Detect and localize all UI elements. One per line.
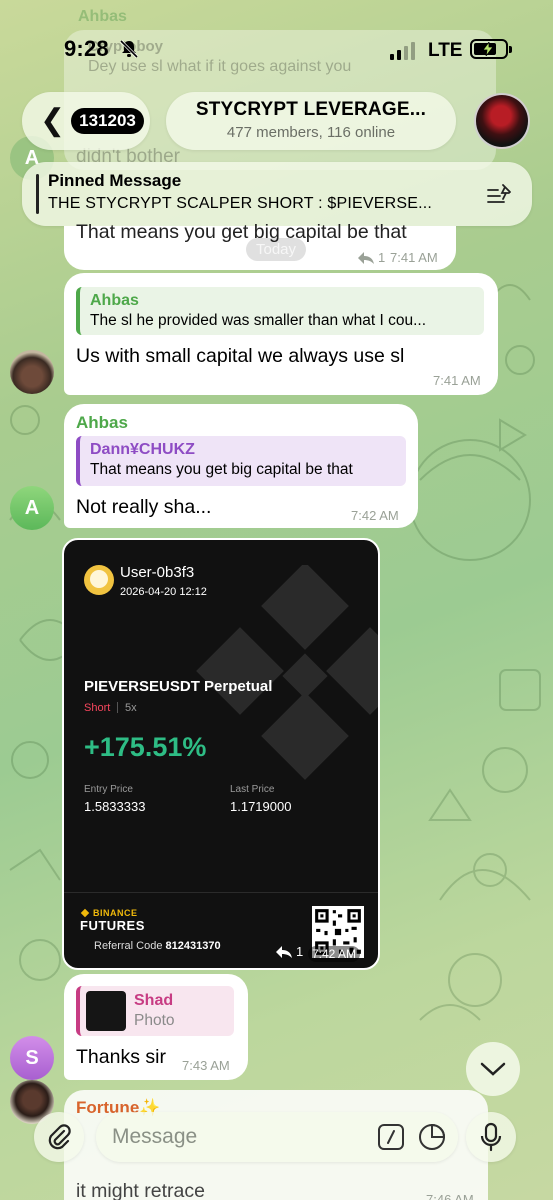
network-type: LTE xyxy=(428,40,463,61)
message-text: Us with small capital we always use sl xyxy=(76,345,405,367)
attach-button[interactable] xyxy=(34,1112,84,1162)
command-icon xyxy=(387,1130,395,1144)
card-username: User-0b3f3 xyxy=(120,564,195,581)
bell-off-icon xyxy=(119,39,139,59)
avatar[interactable]: S xyxy=(10,1036,54,1080)
referral-code: 812431370 xyxy=(165,940,221,952)
quote-author: Ahbas xyxy=(90,292,139,309)
message-time: 7:43 AM xyxy=(182,1058,230,1073)
paperclip-icon xyxy=(48,1124,71,1150)
last-price-value: 1.1719000 xyxy=(230,799,292,814)
message-time: 7:41 AM xyxy=(433,373,481,388)
avatar[interactable] xyxy=(10,350,54,394)
reply-count: 1 xyxy=(296,944,304,959)
referral-label: Referral Code xyxy=(94,940,163,952)
avatar[interactable]: A xyxy=(10,486,54,530)
chat-title: STYCRYPT LEVERAGE... xyxy=(195,99,427,120)
command-button[interactable] xyxy=(378,1124,404,1150)
chevron-down-icon xyxy=(480,1062,506,1076)
unread-count-badge: 131203 xyxy=(71,108,144,134)
binance-logo-icon xyxy=(196,565,378,780)
entry-price-value: 1.5833333 xyxy=(84,799,146,814)
card-divider xyxy=(64,892,378,893)
voice-record-button[interactable] xyxy=(466,1112,516,1162)
status-time: 9:28 xyxy=(64,36,109,61)
reply-quote[interactable]: Dann¥CHUKZ That means you get big capita… xyxy=(76,436,406,486)
message-time: 7:42 AM xyxy=(351,508,399,523)
pinned-text: THE STYCRYPT SCALPER SHORT : $PIEVERSE..… xyxy=(48,195,433,212)
message-bubble-5[interactable]: Shad Photo Thanks sir 7:43 AM xyxy=(64,974,248,1080)
reply-count: 1 xyxy=(378,250,386,265)
image-message[interactable]: User-0b3f3 2026-04-20 12:12 PIEVERSEUSDT… xyxy=(62,538,380,970)
referral: Referral Code 812431370 xyxy=(94,940,221,952)
pinned-indicator xyxy=(36,174,39,214)
message-text: Thanks sir xyxy=(76,1046,166,1068)
quote-text: The sl he provided was smaller than what… xyxy=(90,312,426,329)
battery-icon xyxy=(470,39,512,59)
faded-reply-text: Dey use sl what if it goes against you xyxy=(88,58,352,75)
message-bubble-3[interactable]: Ahbas Dann¥CHUKZ That means you get big … xyxy=(64,404,418,528)
message-text: That means you get big capital be that xyxy=(76,221,407,243)
faded-sender-name: Ahbas xyxy=(78,8,127,25)
card-pair: PIEVERSEUSDT Perpetual xyxy=(84,678,273,695)
back-button[interactable]: ❮ 131203 xyxy=(22,92,150,150)
quote-author: Shad xyxy=(134,992,174,1009)
chat-title-button[interactable]: STYCRYPT LEVERAGE... 477 members, 116 on… xyxy=(166,92,456,150)
binance-brand: BINANCE FUTURES xyxy=(80,908,145,933)
signal-icon xyxy=(390,42,415,60)
binance-mini-logo-icon xyxy=(80,908,90,918)
group-avatar[interactable] xyxy=(474,93,530,149)
message-text: it might retrace xyxy=(76,1180,205,1200)
card-datetime: 2026-04-20 12:12 xyxy=(120,586,207,598)
entry-price-label: Entry Price xyxy=(84,784,133,795)
date-badge: Today xyxy=(246,238,307,261)
quote-author: Dann¥CHUKZ xyxy=(90,441,195,458)
reply-arrow-icon xyxy=(276,945,292,958)
message-time: 7:42 AM xyxy=(308,946,361,962)
chat-subtitle: 477 members, 116 online xyxy=(226,124,396,141)
quote-thumbnail xyxy=(86,991,126,1031)
reply-indicator[interactable]: 1 xyxy=(276,944,303,959)
card-side: Short xyxy=(84,702,111,714)
message-bubble-2[interactable]: Ahbas The sl he provided was smaller tha… xyxy=(64,273,498,395)
user-avatar-icon xyxy=(84,565,114,595)
sticker-icon[interactable] xyxy=(418,1123,446,1151)
message-time: 7:41 AM xyxy=(390,250,438,265)
pinned-message-bar[interactable]: Pinned Message THE STYCRYPT SCALPER SHOR… xyxy=(22,162,532,226)
reply-quote[interactable]: Ahbas The sl he provided was smaller tha… xyxy=(76,287,484,335)
reply-indicator[interactable]: 1 xyxy=(358,250,385,265)
reply-quote[interactable]: Shad Photo xyxy=(76,986,234,1036)
pin-list-icon[interactable] xyxy=(486,182,514,206)
chevron-left-icon: ❮ xyxy=(40,104,66,137)
pinned-label: Pinned Message xyxy=(48,171,182,190)
scroll-down-button[interactable] xyxy=(466,1042,520,1096)
card-separator xyxy=(117,702,118,713)
message-text: Not really sha... xyxy=(76,496,212,518)
last-price-label: Last Price xyxy=(230,784,275,795)
quote-text: That means you get big capital be that xyxy=(90,461,353,478)
sender-name[interactable]: Ahbas xyxy=(76,413,128,433)
card-leverage: 5x xyxy=(125,702,137,714)
quote-text: Photo xyxy=(134,1012,175,1029)
card-pnl: +175.51% xyxy=(84,732,207,762)
microphone-icon xyxy=(480,1122,502,1152)
brand-bottom: FUTURES xyxy=(80,918,145,933)
brand-top: BINANCE xyxy=(93,908,138,918)
message-time: 7:46 AM xyxy=(426,1192,474,1200)
reply-arrow-icon xyxy=(358,251,374,264)
